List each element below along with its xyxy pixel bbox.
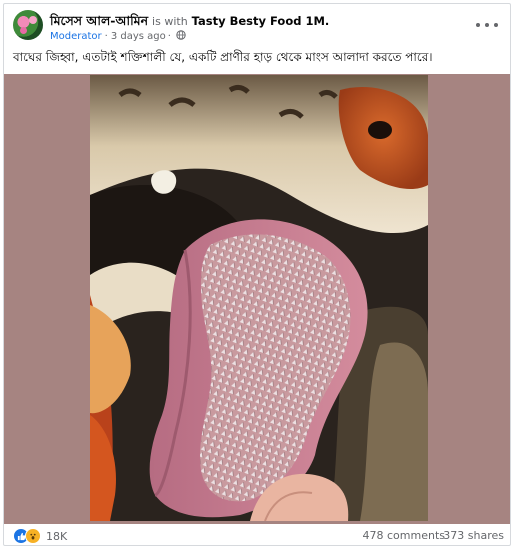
author-avatar[interactable] — [13, 10, 43, 40]
comments-count[interactable]: 478 comments — [363, 529, 445, 542]
post-card: মিসেস আল-আমিন is with Tasty Besty Food 1… — [3, 3, 511, 546]
meta-separator: · — [104, 31, 108, 42]
is-with-text: is with — [152, 15, 188, 28]
group-name[interactable]: Tasty Besty Food 1M. — [192, 14, 330, 28]
author-name[interactable]: মিসেস আল-আমিন — [50, 13, 148, 28]
globe-icon — [176, 30, 186, 43]
wow-icon — [25, 528, 41, 544]
reaction-summary[interactable]: 18K — [13, 528, 67, 544]
tiger-tongue-photo[interactable] — [90, 75, 428, 521]
avatar-flower — [29, 16, 37, 24]
post-photo-container[interactable] — [4, 74, 510, 524]
meta-separator: · — [167, 31, 171, 42]
post-footer: 18K 478 comments 373 shares — [4, 525, 510, 547]
shares-count[interactable]: 373 shares — [443, 529, 504, 542]
reaction-count[interactable]: 18K — [46, 530, 67, 543]
avatar-flower — [20, 27, 27, 34]
post-meta: Moderator · 3 days ago · — [50, 30, 186, 43]
post-time[interactable]: 3 days ago — [111, 31, 166, 42]
more-options-icon[interactable] — [476, 18, 498, 32]
moderator-badge[interactable]: Moderator — [50, 31, 102, 42]
post-caption: বাঘের জিহ্বা, এতটাই শক্তিশালী যে, একটি প… — [13, 50, 433, 64]
post-header: মিসেস আল-আমিন is with Tasty Besty Food 1… — [4, 4, 510, 44]
